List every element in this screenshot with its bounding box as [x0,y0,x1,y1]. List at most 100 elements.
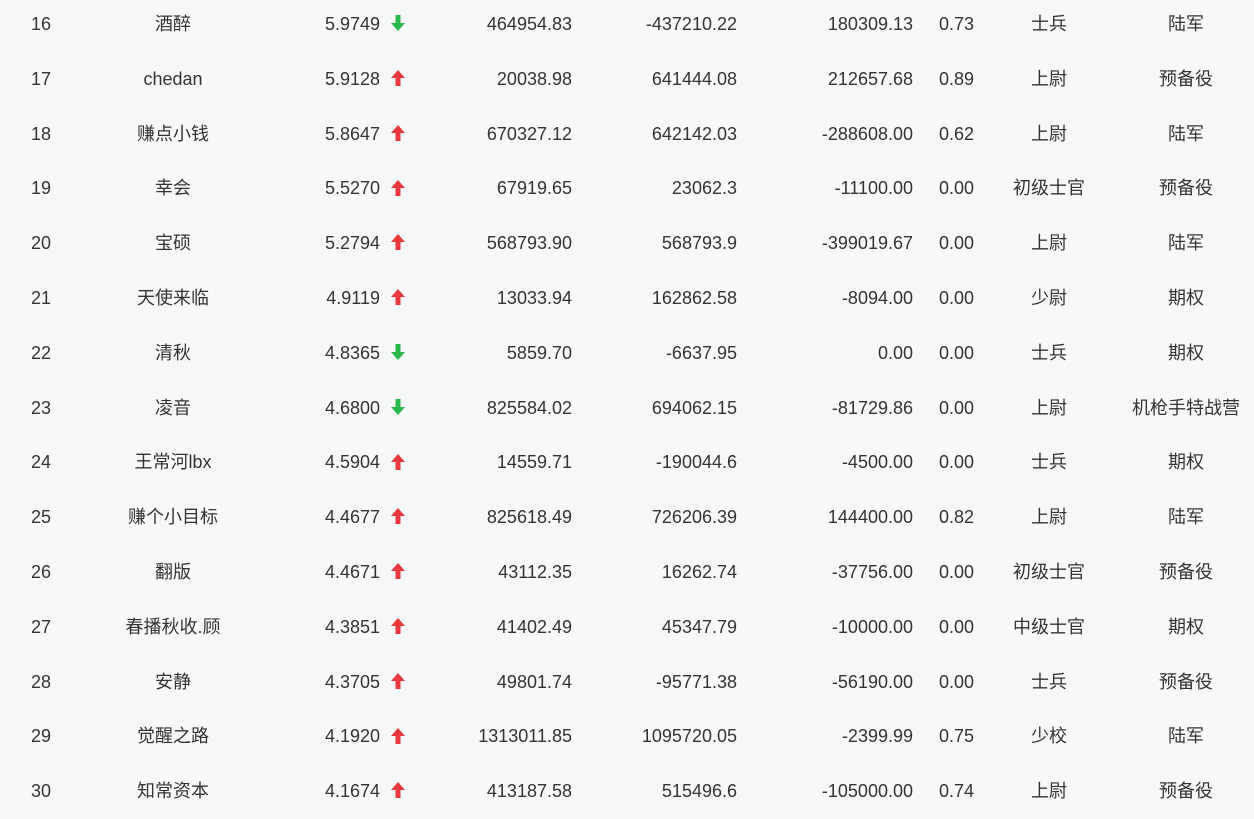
value4-cell: 0.62 [938,123,974,144]
value1-cell: 43112.35 [498,561,572,582]
value2-cell: 515496.6 [661,781,737,802]
rank-cell: 29 [30,726,52,747]
trend-arrow-cell [388,271,408,326]
value1-cell: 67919.65 [496,178,572,199]
value4-cell: 0.00 [938,561,974,582]
rank-cell: 27 [30,616,52,637]
ratio-cell: 4.1674 [324,781,380,802]
value1-cell: 825618.49 [486,507,572,528]
value2-cell: -190044.6 [655,452,737,473]
table-row[interactable]: 24 王常河lbx 4.5904 14559.71 -190044.6 -450… [0,435,1254,490]
ratio-cell: 5.9128 [324,68,380,89]
value1-cell: 670327.12 [486,123,572,144]
value2-cell: 23062.3 [671,178,737,199]
table-row[interactable]: 18 赚点小钱 5.8647 670327.12 642142.03 -2886… [0,107,1254,162]
military-rank-cell: 初级士官 [1013,561,1085,582]
table-row[interactable]: 23 凌音 4.6800 825584.02 694062.15 -81729.… [0,381,1254,436]
military-rank-cell: 士兵 [1031,14,1067,34]
trend-arrow-cell [388,764,408,819]
trend-arrow-cell [388,655,408,710]
name-cell[interactable]: 凌音 [98,381,248,436]
name-cell[interactable]: 王常河lbx [98,435,248,490]
name-cell[interactable]: 清秋 [98,326,248,381]
group-cell: 预备役 [1159,781,1213,802]
table-row[interactable]: 26 翻版 4.4671 43112.35 16262.74 -37756.00… [0,545,1254,600]
name-cell[interactable]: 知常资本 [98,764,248,819]
ratio-cell: 4.5904 [324,452,380,473]
name-cell[interactable]: 翻版 [98,545,248,600]
military-rank-cell: 上尉 [1031,507,1067,528]
group-cell: 预备役 [1159,561,1213,582]
name-cell[interactable]: chedan [98,52,248,107]
name-cell[interactable]: 酒醉 [98,0,248,52]
group-cell: 期权 [1168,342,1204,363]
ratio-cell: 4.3851 [324,616,380,637]
military-rank-cell: 上尉 [1031,68,1067,89]
ratio-cell: 4.4671 [324,561,380,582]
rank-cell: 26 [30,561,52,582]
arrow-up-icon [390,179,406,197]
value4-cell: 0.00 [938,397,974,418]
military-rank-cell: 上尉 [1031,397,1067,418]
value1-cell: 568793.90 [486,233,572,254]
trend-arrow-cell [388,161,408,216]
value4-cell: 0.00 [938,452,974,473]
rank-cell: 17 [30,68,52,89]
value1-cell: 49801.74 [496,671,572,692]
arrow-down-icon [390,398,406,416]
arrow-down-icon [390,14,406,32]
name-cell[interactable]: 安静 [98,655,248,710]
arrow-up-icon [390,453,406,471]
arrow-up-icon [390,727,406,745]
table-row[interactable]: 20 宝硕 5.2794 568793.90 568793.9 -399019.… [0,216,1254,271]
rank-cell: 19 [30,178,52,199]
name-cell[interactable]: 幸会 [98,161,248,216]
rank-cell: 21 [30,287,52,308]
table-row[interactable]: 29 觉醒之路 4.1920 1313011.85 1095720.05 -23… [0,709,1254,764]
table-row[interactable]: 25 赚个小目标 4.4677 825618.49 726206.39 1444… [0,490,1254,545]
group-cell: 期权 [1168,287,1204,308]
table-row[interactable]: 27 春播秋收.顾 4.3851 41402.49 45347.79 -1000… [0,600,1254,655]
name-cell[interactable]: 春播秋收.顾 [98,600,248,655]
value4-cell: 0.00 [938,233,974,254]
value4-cell: 0.82 [938,507,974,528]
table-row[interactable]: 22 清秋 4.8365 5859.70 -6637.95 0.00 0.00 … [0,326,1254,381]
name-cell[interactable]: 觉醒之路 [98,709,248,764]
table-row[interactable]: 19 幸会 5.5270 67919.65 23062.3 -11100.00 … [0,161,1254,216]
trend-arrow-cell [388,107,408,162]
table-row[interactable]: 21 天使来临 4.9119 13033.94 162862.58 -8094.… [0,271,1254,326]
military-rank-cell: 上尉 [1031,781,1067,802]
value2-cell: -437210.22 [645,14,737,34]
value3-cell: 212657.68 [827,68,913,89]
group-cell: 陆军 [1168,14,1204,34]
ratio-cell: 5.5270 [324,178,380,199]
table-row[interactable]: 17 chedan 5.9128 20038.98 641444.08 2126… [0,52,1254,107]
trend-arrow-cell [388,326,408,381]
value4-cell: 0.00 [938,671,974,692]
value2-cell: 16262.74 [661,561,737,582]
name-cell[interactable]: 赚点小钱 [98,107,248,162]
value2-cell: 726206.39 [651,507,737,528]
military-rank-cell: 士兵 [1031,342,1067,363]
name-cell[interactable]: 宝硕 [98,216,248,271]
arrow-down-icon [390,343,406,361]
ratio-cell: 4.8365 [324,342,380,363]
military-rank-cell: 士兵 [1031,452,1067,473]
group-cell: 陆军 [1168,233,1204,254]
group-cell: 机枪手特战营 [1132,397,1240,418]
name-cell[interactable]: 天使来临 [98,271,248,326]
value2-cell: 45347.79 [661,616,737,637]
value4-cell: 0.74 [938,781,974,802]
value3-cell: -2399.99 [841,726,913,747]
name-cell[interactable]: 赚个小目标 [98,490,248,545]
group-cell: 陆军 [1168,123,1204,144]
value1-cell: 41402.49 [496,616,572,637]
value1-cell: 825584.02 [486,397,572,418]
table-row[interactable]: 30 知常资本 4.1674 413187.58 515496.6 -10500… [0,764,1254,819]
table-row[interactable]: 28 安静 4.3705 49801.74 -95771.38 -56190.0… [0,655,1254,710]
value4-cell: 0.00 [938,287,974,308]
value4-cell: 0.00 [938,342,974,363]
table-row[interactable]: 16 酒醉 5.9749 464954.83 -437210.22 180309… [0,0,1254,52]
rank-cell: 30 [30,781,52,802]
value1-cell: 5859.70 [506,342,572,363]
